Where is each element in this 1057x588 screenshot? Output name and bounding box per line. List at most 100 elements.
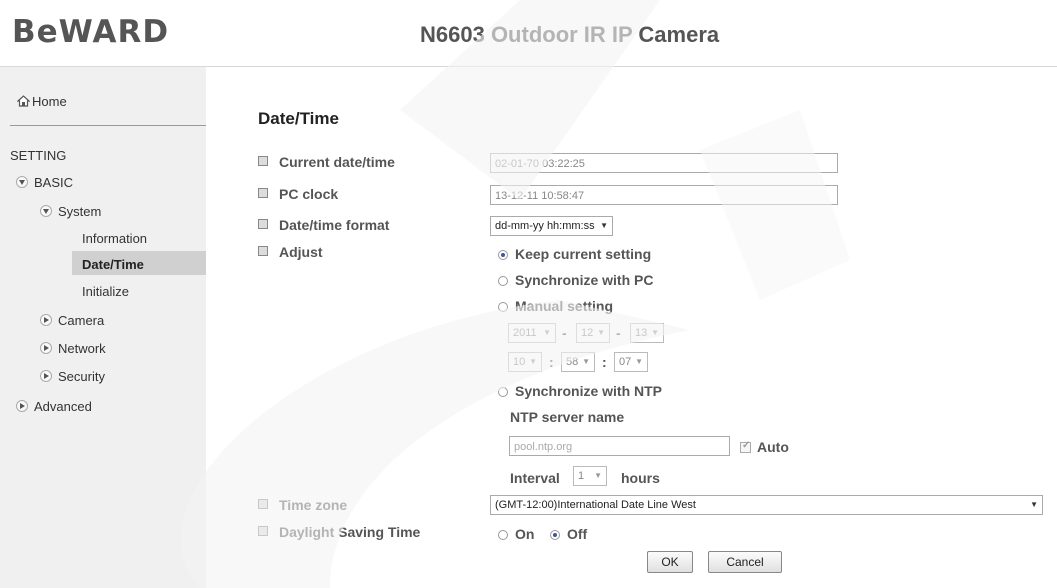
chevron-down-icon: ▼ <box>582 357 590 366</box>
manual-hour-value: 10 <box>513 356 526 368</box>
ntp-auto-label: Auto <box>757 439 789 455</box>
adjust-option-sync-pc[interactable]: Synchronize with PC <box>498 272 653 288</box>
sidebar-item-camera[interactable]: Camera <box>40 313 104 328</box>
adjust-option-sync-pc-label: Synchronize with PC <box>515 272 654 288</box>
chevron-right-icon <box>40 370 52 382</box>
cancel-button[interactable]: Cancel <box>708 551 782 573</box>
page-title: Date/Time <box>258 109 339 128</box>
bullet-icon <box>258 526 268 536</box>
ntp-server-input[interactable]: pool.ntp.org <box>509 436 730 456</box>
sidebar-item-home[interactable]: Home <box>17 94 67 109</box>
current-datetime-field[interactable]: 02-01-70 03:22:25 <box>490 153 838 173</box>
datetime-format-label-text: Date/time format <box>279 217 390 233</box>
sidebar-divider <box>10 125 206 126</box>
timezone-value: (GMT-12:00)International Date Line West <box>495 499 696 511</box>
manual-day-value: 13 <box>635 327 648 339</box>
manual-day-select[interactable]: 13 ▼ <box>630 323 664 343</box>
datetime-format-select[interactable]: dd-mm-yy hh:mm:ss ▼ <box>490 216 613 236</box>
datetime-format-label: Date/time format <box>258 217 389 233</box>
manual-year-value: 2011 <box>513 327 537 339</box>
bullet-icon <box>258 156 268 166</box>
sidebar-item-information[interactable]: Information <box>82 231 147 246</box>
time-separator: : <box>602 354 607 370</box>
chevron-down-icon: ▼ <box>543 328 551 337</box>
header: BeWARD N6603 Outdoor IR IP Camera <box>0 0 1057 67</box>
manual-minute-value: 58 <box>566 356 579 368</box>
dst-option-on-label: On <box>515 526 535 542</box>
sidebar-item-security[interactable]: Security <box>40 369 105 384</box>
chevron-down-icon: ▼ <box>635 357 643 366</box>
time-separator: : <box>549 354 554 370</box>
ok-button[interactable]: OK <box>647 551 693 573</box>
chevron-right-icon <box>40 314 52 326</box>
manual-second-value: 07 <box>619 356 632 368</box>
sidebar-item-advanced[interactable]: Advanced <box>16 399 92 414</box>
adjust-option-manual-label: Manual setting <box>515 298 614 314</box>
date-separator: - <box>616 325 621 341</box>
dst-option-off[interactable]: Off <box>550 526 587 542</box>
sidebar-item-advanced-label: Advanced <box>34 399 92 414</box>
dst-option-off-label: Off <box>567 526 588 542</box>
adjust-label-text: Adjust <box>279 244 323 260</box>
dst-option-on[interactable]: On <box>498 526 534 542</box>
radio-button[interactable] <box>550 530 560 540</box>
manual-hour-select[interactable]: 10 ▼ <box>508 352 542 372</box>
sidebar-item-network-label: Network <box>58 341 106 356</box>
radio-button[interactable] <box>498 302 508 312</box>
radio-button[interactable] <box>498 530 508 540</box>
pc-clock-field[interactable]: 13-12-11 10:58:47 <box>490 185 838 205</box>
ntp-server-label: NTP server name <box>510 409 625 425</box>
sidebar-item-security-label: Security <box>58 369 105 384</box>
pc-clock-label: PC clock <box>258 186 338 202</box>
radio-button[interactable] <box>498 387 508 397</box>
chevron-down-icon: ▼ <box>529 357 537 366</box>
dst-label-text: Daylight Saving Time <box>279 524 421 540</box>
camera-title: N6603 Outdoor IR IP Camera <box>420 22 720 47</box>
ntp-interval-value: 1 <box>578 470 585 482</box>
sidebar-item-basic[interactable]: BASIC <box>16 175 73 190</box>
current-datetime-label: Current date/time <box>258 154 395 170</box>
sidebar-item-basic-label: BASIC <box>34 175 74 190</box>
manual-year-select[interactable]: 2011 ▼ <box>508 323 556 343</box>
chevron-down-icon: ▼ <box>600 221 608 230</box>
bullet-icon <box>258 499 268 509</box>
manual-second-select[interactable]: 07 ▼ <box>614 352 648 372</box>
ntp-interval-unit: hours <box>621 470 660 486</box>
adjust-option-sync-ntp[interactable]: Synchronize with NTP <box>498 383 662 399</box>
adjust-option-keep-label: Keep current setting <box>515 246 652 262</box>
chevron-right-icon <box>16 400 28 412</box>
manual-minute-select[interactable]: 58 ▼ <box>561 352 595 372</box>
adjust-option-keep[interactable]: Keep current setting <box>498 246 651 262</box>
timezone-select[interactable]: (GMT-12:00)International Date Line West ▼ <box>490 495 1043 515</box>
chevron-down-icon: ▼ <box>597 328 605 337</box>
adjust-label: Adjust <box>258 244 323 260</box>
chevron-down-icon: ▼ <box>651 328 659 337</box>
manual-month-value: 12 <box>581 327 594 339</box>
sidebar-item-initialize[interactable]: Initialize <box>82 284 129 299</box>
sidebar-item-system-label: System <box>58 204 102 219</box>
brand-logo: BeWARD <box>12 14 170 50</box>
chevron-down-icon <box>16 176 28 188</box>
sidebar-item-system[interactable]: System <box>40 204 101 219</box>
chevron-down-icon: ▼ <box>1030 500 1038 509</box>
sidebar-item-network[interactable]: Network <box>40 341 106 356</box>
radio-button[interactable] <box>498 276 508 286</box>
bullet-icon <box>258 219 268 229</box>
adjust-option-manual[interactable]: Manual setting <box>498 298 613 314</box>
ntp-interval-select[interactable]: 1 ▼ <box>573 466 607 486</box>
checkbox-icon[interactable] <box>740 440 751 453</box>
manual-month-select[interactable]: 12 ▼ <box>576 323 610 343</box>
pc-clock-label-text: PC clock <box>279 186 339 202</box>
ntp-interval-label: Interval <box>510 470 560 486</box>
timezone-label-text: Time zone <box>279 497 348 513</box>
radio-button[interactable] <box>498 250 508 260</box>
chevron-down-icon <box>40 205 52 217</box>
sidebar-item-date-time[interactable]: Date/Time <box>82 257 144 272</box>
chevron-right-icon <box>40 342 52 354</box>
current-datetime-label-text: Current date/time <box>279 154 395 170</box>
date-separator: - <box>562 325 567 341</box>
ntp-auto-checkbox[interactable]: Auto <box>740 439 789 455</box>
sidebar-heading-setting: SETTING <box>10 148 67 163</box>
chevron-down-icon: ▼ <box>594 471 602 480</box>
sidebar-item-camera-label: Camera <box>58 313 105 328</box>
